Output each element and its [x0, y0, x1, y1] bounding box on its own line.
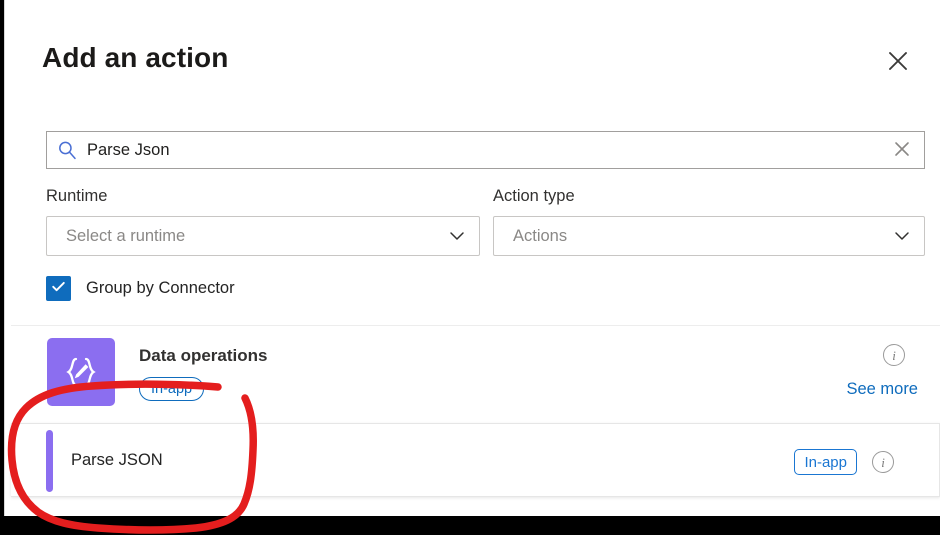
checkbox-box [46, 276, 71, 301]
info-icon[interactable]: i [883, 344, 905, 366]
action-type-label: Action type [493, 187, 575, 205]
action-type-value: Actions [513, 226, 568, 245]
connector-name: Data operations [139, 346, 268, 365]
operation-inapp-badge: In-app [794, 449, 857, 475]
info-icon[interactable]: i [872, 451, 894, 473]
data-operations-icon [47, 338, 115, 406]
clear-search-button[interactable] [880, 132, 924, 168]
close-button[interactable] [876, 40, 920, 82]
connector-group-row[interactable]: Data operations In-app i See more [11, 325, 940, 409]
close-icon [876, 48, 920, 74]
add-action-panel: Add an action Parse Json Runtime Select … [4, 0, 940, 516]
action-type-dropdown[interactable]: Actions [493, 216, 925, 256]
runtime-label: Runtime [46, 187, 108, 205]
group-by-connector-label: Group by Connector [86, 279, 235, 297]
checkmark-icon [50, 278, 67, 300]
runtime-value: Select a runtime [66, 226, 186, 245]
search-icon [47, 139, 83, 161]
runtime-dropdown[interactable]: Select a runtime [46, 216, 480, 256]
group-by-connector-checkbox[interactable]: Group by Connector [46, 276, 235, 301]
search-input[interactable] [83, 132, 880, 168]
chevron-down-icon [435, 226, 479, 246]
operation-name: Parse JSON [71, 451, 163, 469]
search-box[interactable] [46, 131, 925, 169]
connector-inapp-badge: In-app [139, 377, 205, 401]
see-more-link[interactable]: See more [846, 380, 918, 399]
screen: Add an action Parse Json Runtime Select … [0, 0, 940, 535]
page-title: Add an action [42, 42, 229, 73]
operation-row-parse-json[interactable]: Parse JSON In-app i [11, 423, 940, 497]
chevron-down-icon [880, 226, 924, 246]
operation-accent-bar [46, 430, 53, 492]
close-icon [892, 139, 912, 162]
